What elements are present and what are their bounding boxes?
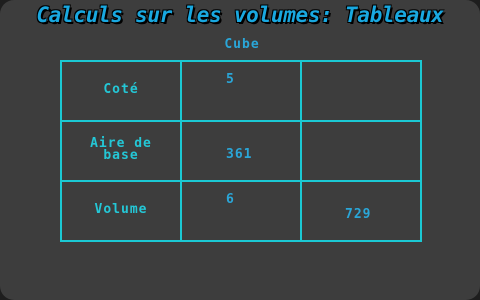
- row-label-aire-line2: base: [103, 148, 139, 163]
- table-divider-row2: [60, 180, 422, 182]
- table-divider-col1: [180, 60, 182, 242]
- row-label-cote: Coté: [103, 82, 139, 97]
- aire-de-base-value[interactable]: 361: [226, 147, 252, 162]
- table-border-right: [420, 60, 422, 242]
- row-label-aire-de-base: Aire de base: [62, 137, 180, 163]
- table-caption: Cube: [224, 37, 260, 52]
- table-divider-row1: [60, 120, 422, 122]
- table-border-bottom: [60, 240, 422, 242]
- page-title: Calculs sur les volumes: Tableaux: [36, 3, 444, 27]
- game-screen: Calculs sur les volumes: Tableaux Cube C…: [0, 0, 480, 300]
- row-label-volume: Volume: [94, 202, 148, 217]
- volume-table: Coté 5 Aire de base 361 Volume 6 729: [60, 60, 422, 242]
- volume-result: 729: [345, 207, 372, 222]
- volume-value-input[interactable]: 6: [226, 192, 235, 207]
- cote-value-input[interactable]: 5: [226, 72, 235, 87]
- table-divider-col2: [300, 60, 302, 242]
- table-border-top: [60, 60, 422, 62]
